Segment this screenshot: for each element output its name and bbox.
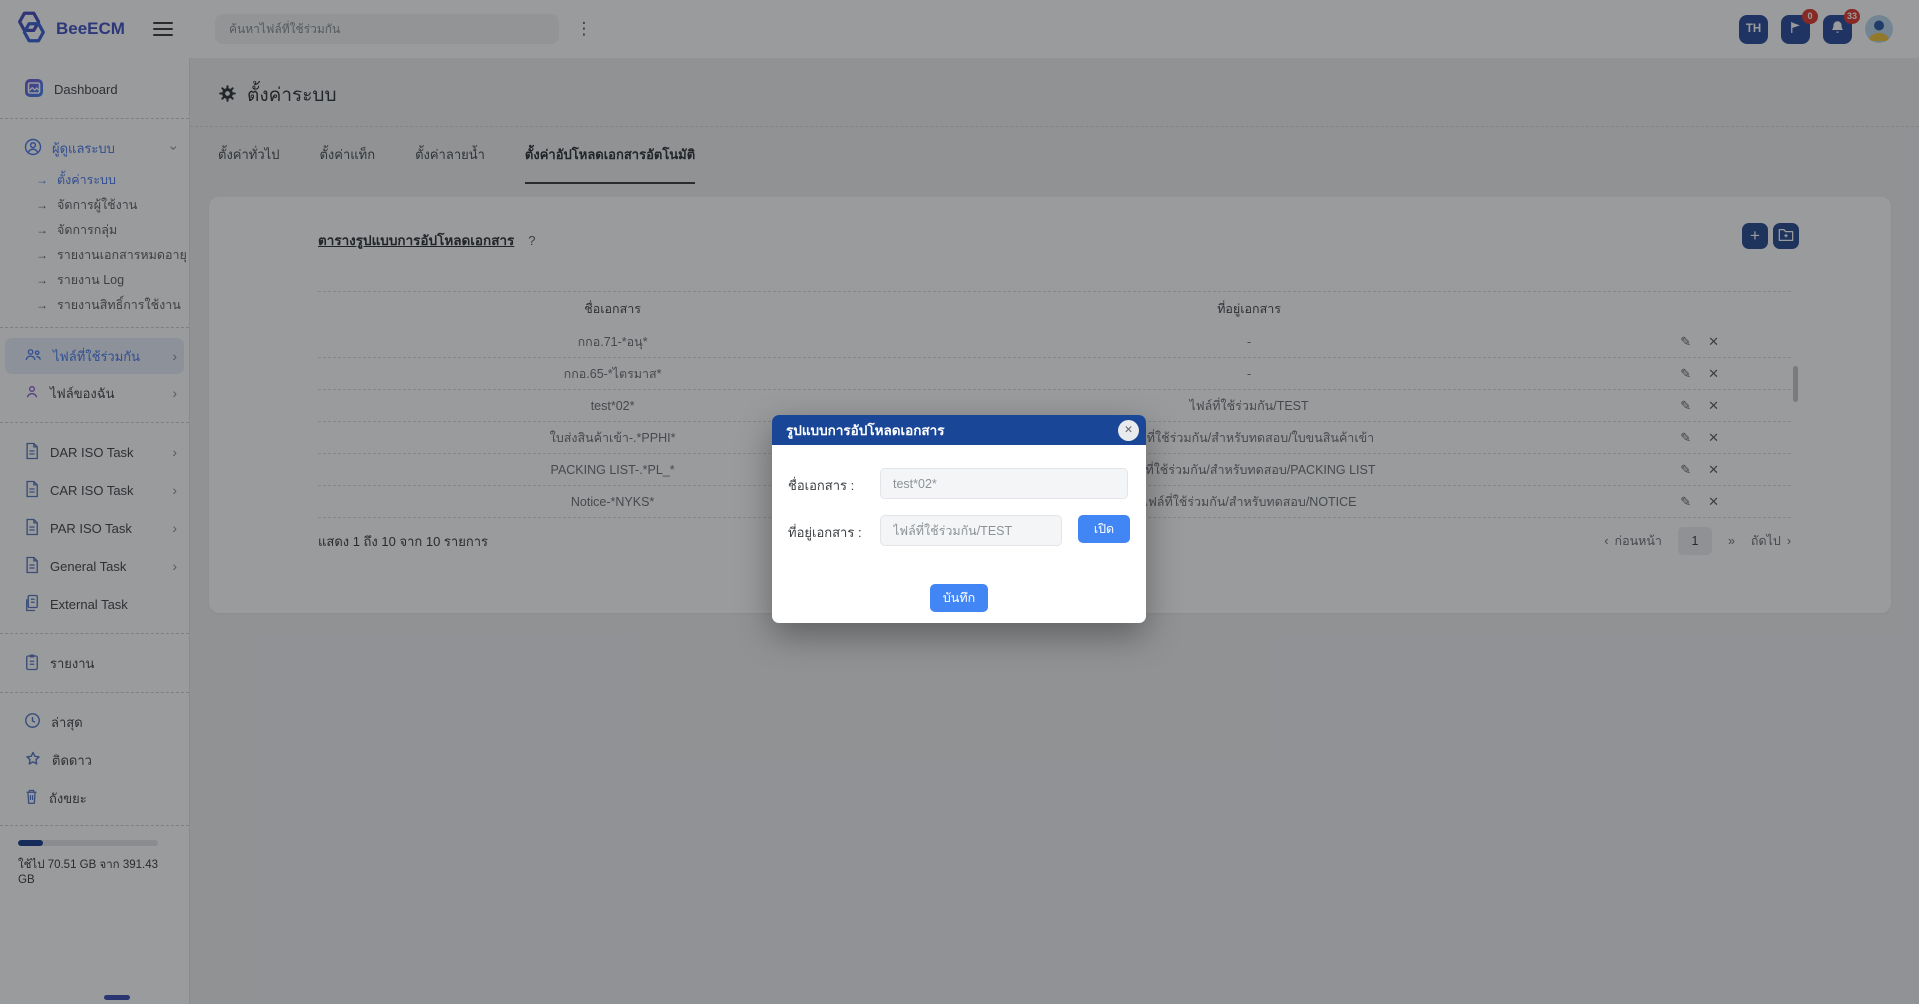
doc-location-input[interactable] [880,515,1062,546]
upload-format-modal: รูปแบบการอัปโหลดเอกสาร ✕ ชื่อเอกสาร : ที… [772,415,1146,623]
modal-header: รูปแบบการอัปโหลดเอกสาร ✕ [772,415,1146,445]
doc-name-label: ชื่อเอกสาร : [788,475,854,496]
save-button[interactable]: บันทึก [930,584,988,612]
modal-title: รูปแบบการอัปโหลดเอกสาร [786,419,945,441]
doc-name-input[interactable] [880,468,1128,499]
doc-location-label: ที่อยู่เอกสาร : [788,522,862,543]
app-screen: BeeECM ⋮ TH 0 33 Dashboard ผู้ดูแลระบบ [0,0,1919,1004]
open-button[interactable]: เปิด [1078,515,1130,543]
close-icon[interactable]: ✕ [1118,420,1139,441]
